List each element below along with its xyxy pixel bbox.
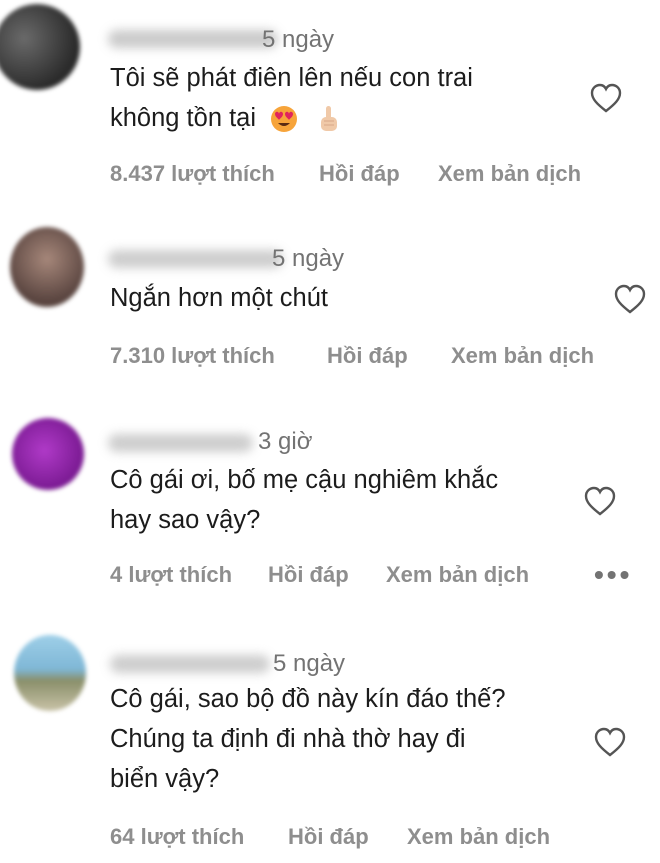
comment-line-text: không tồn tại	[110, 104, 257, 132]
username-blurred[interactable]	[108, 250, 283, 268]
comment-line: Cô gái, sao bộ đồ này kín đáo thế?	[110, 685, 506, 713]
reply-button[interactable]: Hồi đáp	[319, 161, 400, 187]
see-translation-button[interactable]: Xem bản dịch	[451, 343, 594, 369]
comment-item: 3 giờ Cô gái ơi, bố mẹ cậu nghiêm khắc h…	[0, 400, 660, 610]
comment-text: Cô gái, sao bộ đồ này kín đáo thế? Chúng…	[110, 679, 590, 799]
see-translation-button[interactable]: Xem bản dịch	[386, 562, 529, 588]
avatar[interactable]	[10, 227, 84, 307]
comment-time: 5 ngày	[262, 26, 335, 53]
comment-text: Cô gái ơi, bố mẹ cậu nghiêm khắc hay sao…	[110, 460, 580, 540]
index-pointing-up-icon	[321, 106, 338, 132]
comment-item: 5 ngày Tôi sẽ phát điên lên nếu con trai…	[0, 0, 660, 200]
comment-line: không tồn tại	[110, 98, 570, 138]
likes-count-link[interactable]: 4 lượt thích	[110, 562, 232, 588]
likes-count-link[interactable]: 8.437 lượt thích	[110, 161, 275, 187]
more-options-icon[interactable]: •••	[594, 561, 632, 589]
comment-line: Ngắn hơn một chút	[110, 284, 329, 312]
comment-item: 5 ngày Cô gái, sao bộ đồ này kín đáo thế…	[0, 610, 660, 863]
comment-text: Ngắn hơn một chút	[110, 278, 590, 318]
comment-item: 5 ngày Ngắn hơn một chút 7.310 lượt thíc…	[0, 200, 660, 400]
username-blurred[interactable]	[110, 655, 270, 673]
avatar[interactable]	[0, 4, 80, 90]
username-blurred[interactable]	[108, 434, 253, 452]
comment-time: 5 ngày	[272, 245, 345, 272]
avatar[interactable]	[12, 418, 84, 490]
username-blurred[interactable]	[108, 30, 278, 48]
like-heart-icon[interactable]	[613, 283, 647, 315]
comment-line: Tôi sẽ phát điên lên nếu con trai	[110, 64, 473, 92]
like-heart-icon[interactable]	[583, 485, 617, 517]
comment-line: Chúng ta định đi nhà thờ hay đi	[110, 725, 466, 753]
likes-count-link[interactable]: 64 lượt thích	[110, 824, 244, 850]
see-translation-button[interactable]: Xem bản dịch	[438, 161, 581, 187]
see-translation-button[interactable]: Xem bản dịch	[407, 824, 550, 850]
comment-line: biển vậy?	[110, 765, 220, 793]
avatar[interactable]	[14, 635, 86, 711]
comment-line: Cô gái ơi, bố mẹ cậu nghiêm khắc	[110, 466, 499, 494]
like-heart-icon[interactable]	[589, 82, 623, 114]
reply-button[interactable]: Hồi đáp	[268, 562, 349, 588]
comment-line: hay sao vậy?	[110, 506, 261, 534]
comment-time: 5 ngày	[273, 650, 346, 677]
comment-time: 3 giờ	[258, 428, 313, 455]
like-heart-icon[interactable]	[593, 726, 627, 758]
comment-text: Tôi sẽ phát điên lên nếu con trai không …	[110, 58, 570, 138]
reply-button[interactable]: Hồi đáp	[327, 343, 408, 369]
heart-eyes-emoji-icon	[271, 106, 298, 133]
reply-button[interactable]: Hồi đáp	[288, 824, 369, 850]
likes-count-link[interactable]: 7.310 lượt thích	[110, 343, 275, 369]
